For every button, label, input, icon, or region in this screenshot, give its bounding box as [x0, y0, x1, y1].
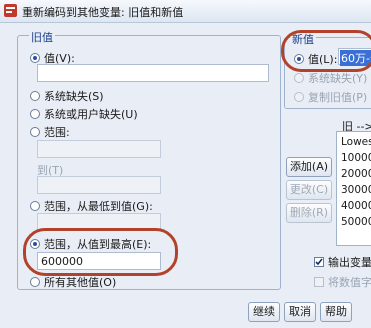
old-system-missing-label: 系统缺失(S)	[44, 90, 104, 103]
convert-numeric-label: 将数值字符	[328, 276, 371, 289]
new-value-label: 值(L):	[308, 53, 338, 66]
old-range-label: 范围:	[44, 126, 70, 139]
range-from-input[interactable]	[37, 140, 161, 158]
radio-indicator	[30, 109, 40, 119]
mapping-item[interactable]: 500000	[341, 216, 371, 228]
old-system-missing-radio[interactable]: 系统缺失(S)	[30, 88, 104, 104]
help-button[interactable]: 帮助	[320, 302, 352, 322]
checkbox-indicator	[314, 257, 324, 267]
continue-button[interactable]: 继续	[248, 302, 280, 322]
convert-numeric-checkbox[interactable]: 将数值字符	[314, 274, 371, 290]
old-all-other-radio[interactable]: 所有其他值(O)	[30, 274, 116, 290]
title-bar: 重新编码到其他变量: 旧值和新值	[0, 0, 371, 23]
output-string-label: 输出变量为	[328, 256, 371, 269]
old-all-other-label: 所有其他值(O)	[44, 276, 117, 289]
mapping-item[interactable]: 400000	[341, 200, 371, 212]
old-range-highest-label: 范围，从值到最高(E):	[44, 238, 152, 251]
old-range-lowest-label: 范围，从最低到值(G):	[44, 200, 153, 213]
radio-indicator	[294, 54, 304, 64]
remove-button[interactable]: 删除(R)	[286, 203, 332, 223]
copy-old-value-radio[interactable]: 复制旧值(P)	[294, 89, 367, 105]
new-system-missing-label: 系统缺失(Y)	[308, 72, 368, 85]
range-lowest-input[interactable]	[37, 213, 161, 231]
spss-app-icon	[4, 4, 17, 17]
radio-indicator	[30, 53, 40, 63]
old-system-or-user-missing-label: 系统或用户缺失(U)	[44, 108, 138, 121]
copy-old-value-label: 复制旧值(P)	[308, 91, 368, 104]
checkbox-indicator	[314, 277, 324, 287]
new-value-group-label: 新值	[290, 31, 316, 47]
new-system-missing-radio[interactable]: 系统缺失(Y)	[294, 70, 367, 86]
output-string-checkbox[interactable]: 输出变量为	[314, 254, 371, 270]
mapping-list[interactable]: Lowest 100000 200000 300000 400000 50000…	[336, 131, 371, 246]
radio-indicator	[30, 239, 40, 249]
radio-indicator	[294, 73, 304, 83]
new-value-input[interactable]: 60万-最	[338, 48, 371, 66]
change-button[interactable]: 更改(C)	[286, 180, 332, 200]
mapping-item[interactable]: Lowest	[341, 136, 371, 148]
window-title: 重新编码到其他变量: 旧值和新值	[22, 6, 184, 19]
radio-indicator	[30, 277, 40, 287]
old-range-highest-radio[interactable]: 范围，从值到最高(E):	[30, 236, 151, 252]
radio-indicator	[30, 127, 40, 137]
checkmark-icon	[315, 258, 323, 266]
old-range-lowest-radio[interactable]: 范围，从最低到值(G):	[30, 198, 153, 214]
cancel-button[interactable]: 取消	[284, 302, 316, 322]
mapping-item[interactable]: 100000	[341, 152, 371, 164]
old-value-input[interactable]	[37, 64, 269, 82]
old-system-or-user-missing-radio[interactable]: 系统或用户缺失(U)	[30, 106, 138, 122]
add-button[interactable]: 添加(A)	[286, 157, 332, 177]
mapping-item[interactable]: 300000	[341, 184, 371, 196]
old-value-group-label: 旧值	[29, 29, 55, 45]
old-range-radio[interactable]: 范围:	[30, 124, 70, 140]
radio-indicator	[30, 201, 40, 211]
range-highest-input[interactable]: 600000	[37, 252, 161, 270]
radio-indicator	[30, 91, 40, 101]
range-to-input[interactable]	[37, 176, 161, 194]
mapping-item[interactable]: 200000	[341, 168, 371, 180]
new-value-radio[interactable]: 值(L):	[294, 51, 337, 67]
radio-indicator	[294, 92, 304, 102]
